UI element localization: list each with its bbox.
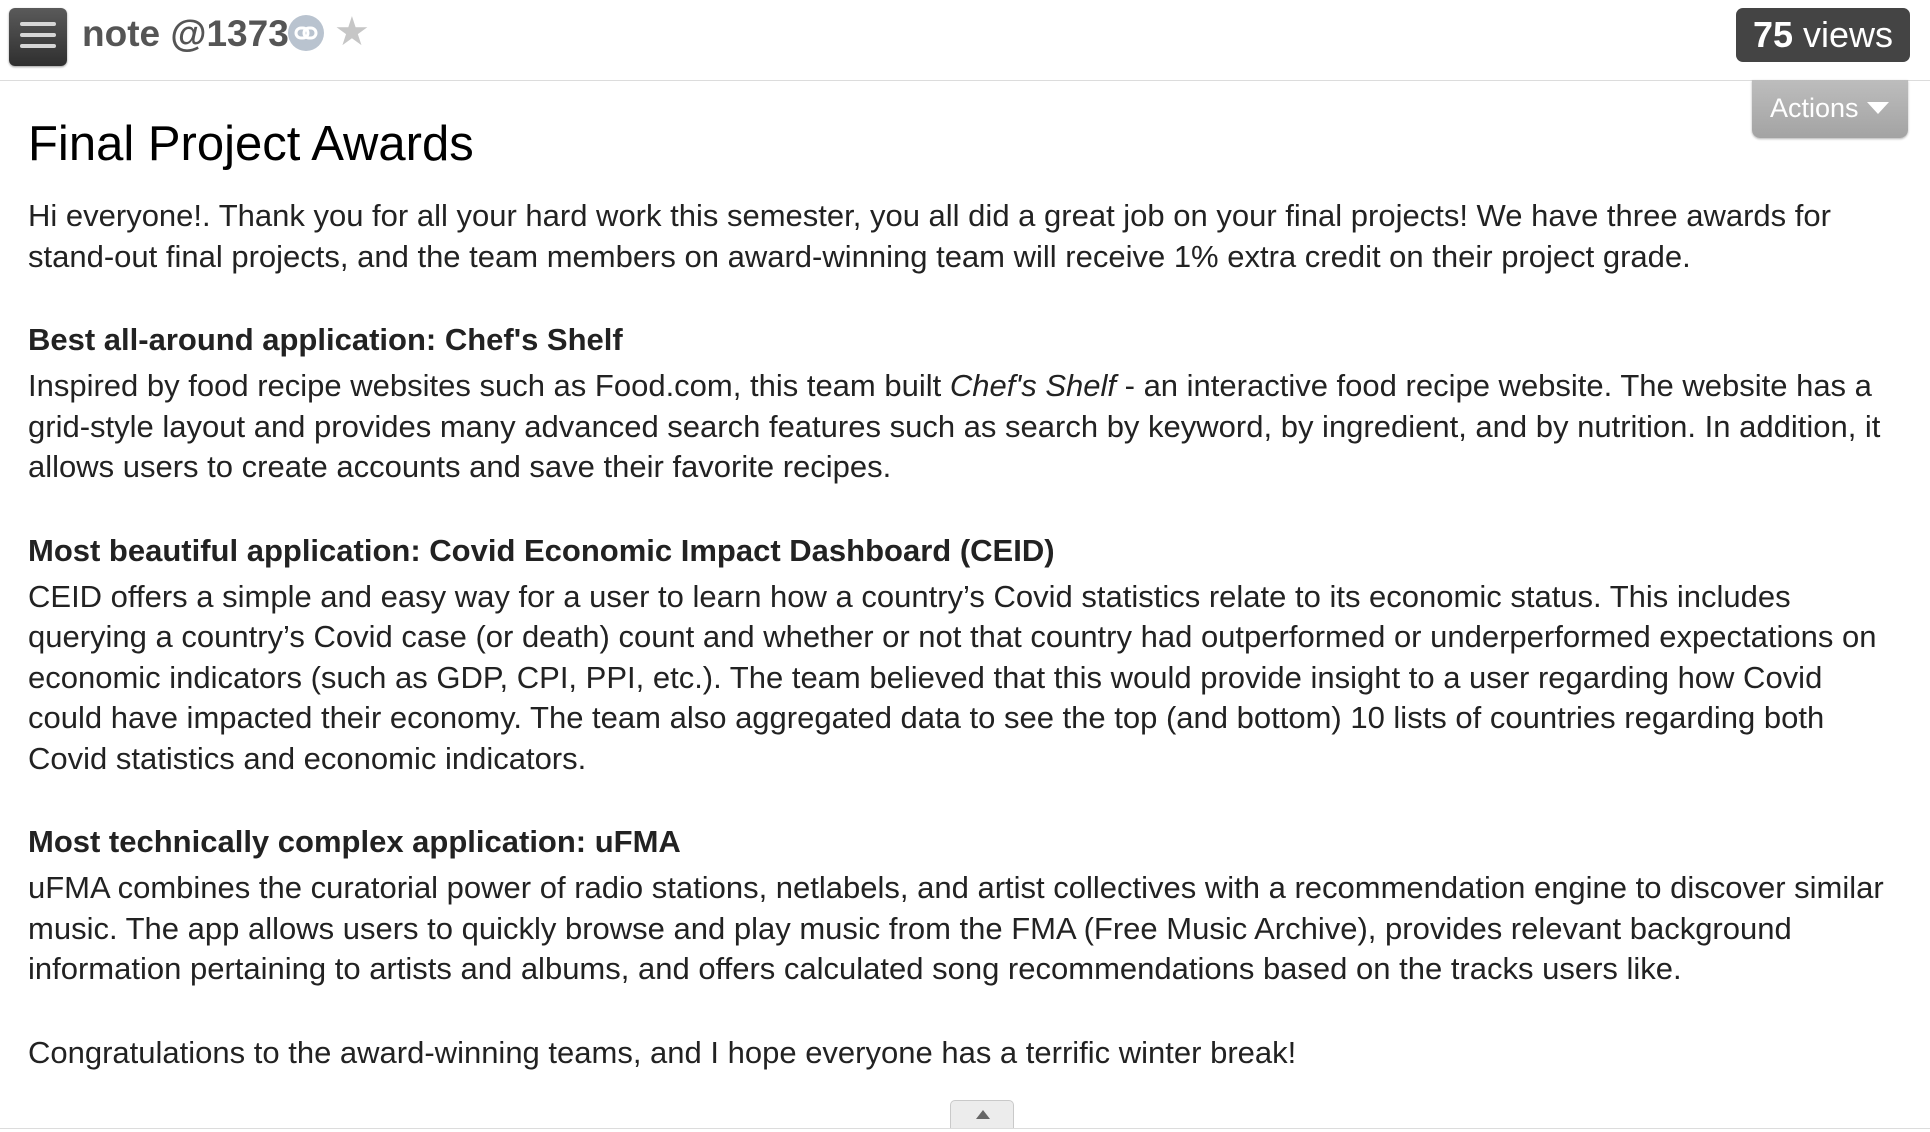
note-id-title: note @1373 — [82, 13, 289, 54]
scroll-up-handle[interactable] — [950, 1100, 1014, 1128]
views-count: 75 — [1752, 14, 1793, 55]
award-body-most-beautiful: CEID offers a simple and easy way for a … — [28, 578, 1877, 776]
award-heading-most-beautiful: Most beautiful application: Covid Econom… — [28, 532, 1055, 568]
link-icon-graphic — [294, 26, 318, 40]
note-header: note @1373 ★ 75 views — [0, 0, 1930, 81]
post-intro: Hi everyone!. Thank you for all your har… — [28, 198, 1831, 274]
link-icon[interactable] — [288, 15, 324, 51]
post-closing: Congratulations to the award-winning tea… — [28, 1034, 1297, 1070]
views-label: views — [1803, 14, 1894, 55]
bottom-divider — [0, 1128, 1930, 1129]
body-text: Inspired by food recipe websites such as… — [28, 368, 950, 403]
post-title: Final Project Awards — [28, 117, 474, 171]
menu-bar — [20, 33, 56, 37]
menu-icon[interactable] — [9, 8, 67, 66]
menu-bar — [20, 44, 56, 48]
award-body-best-all-around: Inspired by food recipe websites such as… — [28, 366, 1898, 488]
post-content: Final Project Awards Hi everyone!. Thank… — [28, 108, 1898, 1073]
star-icon[interactable]: ★ — [334, 10, 370, 54]
menu-bar — [20, 22, 56, 26]
views-badge: 75 views — [1736, 8, 1910, 62]
chevron-up-icon — [976, 1110, 990, 1119]
award-heading-best-all-around: Best all-around application: Chef's Shel… — [28, 322, 623, 357]
award-body-most-complex: uFMA combines the curatorial power of ra… — [28, 870, 1884, 986]
award-heading-most-complex: Most technically complex application: uF… — [28, 824, 681, 859]
app-name-emphasis: Chef's Shelf — [949, 368, 1117, 403]
